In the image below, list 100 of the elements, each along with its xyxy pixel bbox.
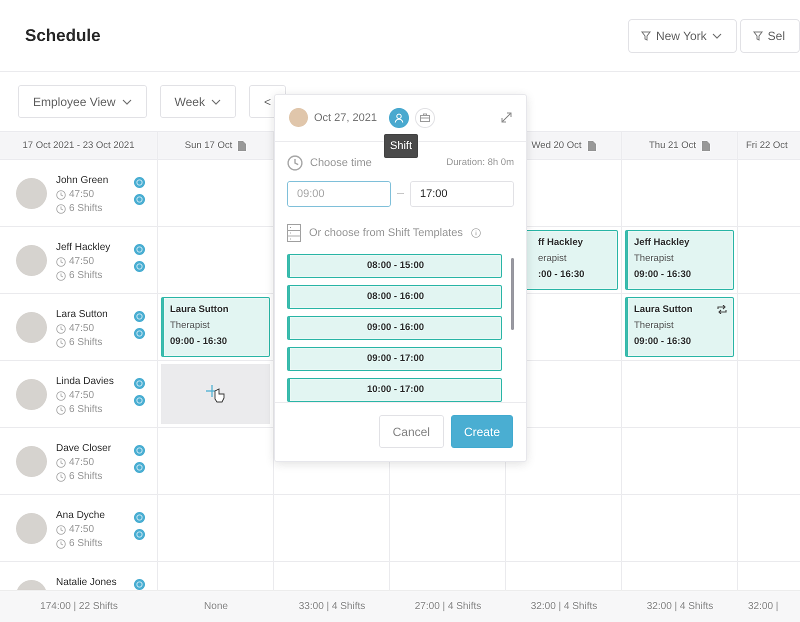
hours-text: 47:50 — [69, 524, 94, 535]
employee-name: Dave Closer — [56, 443, 112, 454]
clock-icon — [56, 538, 66, 548]
avatar — [16, 446, 47, 477]
chevron-down-icon — [712, 32, 722, 38]
day-total: 32:00 | 4 Shifts — [646, 601, 714, 612]
duration-text: Duration: 8h 0m — [446, 157, 514, 168]
template-list-icon — [287, 224, 301, 242]
shift-template[interactable]: 08:00 - 15:00 — [287, 254, 502, 278]
shift-name: Jeff Hackley — [634, 237, 690, 248]
employee-name: Ana Dyche — [56, 510, 106, 521]
hours-text: 47:50 — [69, 256, 94, 267]
shift-count: 6 Shifts — [69, 538, 102, 549]
add-cursor-icon — [206, 385, 226, 403]
document-icon — [238, 140, 246, 150]
avatar — [16, 312, 47, 343]
shift-time: 09:00 - 16:30 — [170, 336, 228, 347]
avatar — [16, 245, 47, 276]
page-title: Schedule — [25, 26, 102, 46]
clock-icon — [56, 338, 66, 348]
clock-icon — [56, 404, 66, 414]
avatar — [16, 513, 47, 544]
repeat-icon — [717, 305, 727, 314]
hours-text: 47:50 — [69, 457, 94, 468]
day-total: 32:00 | 4 Shifts — [530, 601, 598, 612]
filter-icon — [752, 30, 763, 40]
shift-count: 6 Shifts — [69, 337, 102, 348]
shift-date: Oct 27, 2021 — [314, 112, 377, 124]
chevron-down-icon — [210, 98, 221, 104]
expand-button[interactable] — [501, 112, 512, 124]
shift-role: Therapist — [634, 320, 674, 331]
shift-time: :00 - 16:30 — [538, 269, 584, 280]
shift-count: 6 Shifts — [69, 270, 102, 281]
shift-template[interactable]: 09:00 - 17:00 — [287, 346, 502, 371]
briefcase-icon — [420, 113, 430, 122]
expand-icon — [501, 112, 512, 124]
end-time-field[interactable]: 17:00 — [410, 180, 514, 207]
avatar — [289, 108, 308, 128]
clock-icon — [56, 472, 66, 482]
shift-role: Therapist — [634, 253, 674, 264]
view-dropdown[interactable]: Employee View — [18, 85, 146, 118]
shift-count: 6 Shifts — [69, 203, 102, 214]
briefcase-toggle[interactable] — [415, 108, 435, 128]
clock-icon — [56, 204, 66, 214]
start-time-field[interactable]: 09:00 — [287, 180, 391, 207]
tooltip: Shift — [384, 134, 418, 158]
templates-label: Or choose from Shift Templates — [309, 226, 463, 239]
period-dropdown[interactable]: Week — [160, 85, 236, 118]
shift-time: 09:00 - 16:30 — [634, 336, 692, 347]
chevron-down-icon — [122, 98, 132, 104]
hours-text: 47:50 — [69, 189, 94, 200]
shift-time: 09:00 - 16:30 — [634, 269, 692, 280]
shift-template[interactable]: 09:00 - 16:00 — [287, 316, 502, 340]
shift-role: Therapist — [170, 320, 210, 331]
clock-icon — [56, 256, 66, 266]
shift-card[interactable]: Laura Sutton Therapist 09:00 - 16:30 — [161, 297, 270, 357]
clock-icon — [56, 270, 66, 280]
employee-name: Lara Sutton — [56, 309, 109, 320]
day-header: Wed 20 Oct — [532, 140, 582, 151]
shift-template[interactable]: 10:00 - 17:00 — [287, 378, 502, 402]
document-icon — [588, 140, 596, 150]
location-filter[interactable]: Sel — [740, 18, 800, 52]
day-total: 27:00 | 4 Shifts — [414, 601, 482, 612]
location-filter[interactable]: New York — [628, 18, 737, 52]
shift-template[interactable]: 08:00 - 16:00 — [287, 284, 502, 309]
clock-icon — [287, 154, 303, 171]
clock-icon — [56, 324, 66, 334]
shift-card[interactable]: Laura Sutton Therapist 09:00 - 16:30 — [625, 297, 734, 357]
shift-role: erapist — [538, 253, 567, 264]
shift-count: 6 Shifts — [69, 471, 102, 482]
date-range: 17 Oct 2021 - 23 Oct 2021 — [22, 140, 134, 151]
shift-name: ff Hackley — [538, 237, 583, 248]
document-icon — [702, 140, 710, 150]
clock-icon — [56, 524, 66, 534]
shift-card[interactable]: Jeff Hackley Therapist 09:00 - 16:30 — [625, 230, 734, 290]
clock-icon — [56, 390, 66, 400]
cancel-button[interactable]: Cancel — [378, 415, 444, 448]
filter-icon — [640, 30, 651, 40]
day-header: Sun 17 Oct — [184, 140, 232, 151]
avatar — [16, 178, 47, 209]
shift-count: 6 Shifts — [69, 404, 102, 415]
choose-time-label: Choose time — [310, 156, 372, 169]
day-total: 174:00 | 22 Shifts — [40, 601, 118, 612]
clock-icon — [56, 190, 66, 200]
day-total: 32:00 | — [748, 601, 778, 612]
day-header: Thu 21 Oct — [649, 140, 696, 151]
avatar — [16, 379, 47, 410]
employee-name: Natalie Jones — [56, 577, 118, 588]
info-icon — [470, 228, 481, 238]
clock-icon — [56, 458, 66, 468]
employee-name: John Green — [56, 175, 110, 186]
day-header: Fri 22 Oct — [746, 140, 788, 151]
day-total: None — [204, 601, 228, 612]
employee-name: Jeff Hackley — [56, 242, 112, 253]
day-total: 33:00 | 4 Shifts — [298, 601, 366, 612]
employee-name: Linda Davies — [56, 376, 115, 387]
person-icon — [394, 112, 404, 123]
hours-text: 47:50 — [69, 323, 94, 334]
shift-name: Laura Sutton — [170, 304, 229, 315]
shift-name: Laura Sutton — [634, 304, 693, 315]
